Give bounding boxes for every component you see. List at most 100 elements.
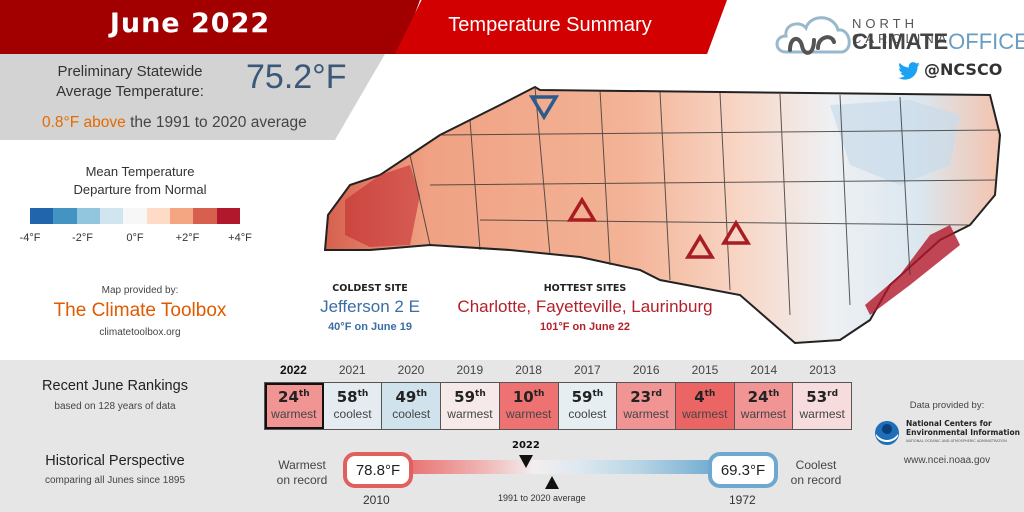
ranking-kind: coolest <box>392 407 431 421</box>
ranking-year: 2017 <box>574 363 601 377</box>
anomaly-rest: the 1991 to 2020 average <box>125 114 307 131</box>
legend-title: Mean Temperature Departure from Normal <box>60 163 220 199</box>
page-subtitle: Temperature Summary <box>448 14 652 36</box>
map-credit-name[interactable]: The Climate Toolbox <box>0 300 280 322</box>
warmest-label-line2: on record <box>276 473 328 487</box>
ranking-year: 2021 <box>338 363 366 377</box>
legend-swatch <box>169 208 194 224</box>
ranking-kind: coolest <box>568 407 607 421</box>
hottest-site-detail: 101°F on June 22 <box>540 321 630 333</box>
legend-swatch <box>123 208 147 224</box>
hottest-site-block: HOTTEST SITES Charlotte, Fayetteville, L… <box>445 283 725 333</box>
current-year-marker-label: 2022 <box>512 440 540 451</box>
map-credit: Map provided by: The Climate Toolbox cli… <box>0 285 280 338</box>
ranking-value: 49th <box>395 388 428 406</box>
legend-swatch <box>76 208 100 224</box>
ncei-name: National Centers for Environmental Infor… <box>906 419 1020 446</box>
warmest-record-label: Warmest on record <box>272 458 332 488</box>
logo-text-office-light: OFFICE <box>948 29 1024 54</box>
ranking-kind: warmest <box>799 407 845 421</box>
ranking-kind: warmest <box>682 407 728 421</box>
ranking-cell: 53rd warmest <box>793 383 852 429</box>
ranking-cell: 23rd warmest <box>617 383 676 429</box>
ranking-cell: 24th warmest <box>734 383 794 429</box>
ranking-year: 2018 <box>515 363 542 377</box>
legend-color-bar <box>30 208 240 224</box>
ranking-value: 53rd <box>806 388 839 406</box>
coldest-site-block: COLDEST SITE Jefferson 2 E 40°F on June … <box>300 283 440 333</box>
coolest-record-year: 1972 <box>729 493 756 507</box>
warmest-record-year: 2010 <box>363 493 390 507</box>
data-credit-label: Data provided by: <box>909 400 985 411</box>
warmest-label-line1: Warmest <box>278 458 326 472</box>
average-marker-icon <box>545 476 559 489</box>
ranking-cell: 49th coolest <box>382 383 442 429</box>
legend-ticks: -4°F -2°F 0°F +2°F +4°F <box>0 232 280 246</box>
legend-tick-label: +4°F <box>228 232 252 244</box>
anomaly-text: 0.8°F above the 1991 to 2020 average <box>42 114 307 132</box>
ranking-value: 59th <box>454 388 486 406</box>
ncei-name-line1: National Centers for <box>906 419 992 428</box>
ranking-cell: 4th warmest <box>675 383 735 429</box>
historical-gradient-bar <box>400 460 720 474</box>
legend-swatch <box>53 208 77 224</box>
hot-region-west <box>345 165 420 247</box>
legend-tick-label: 0°F <box>126 232 144 244</box>
data-credit-url[interactable]: www.ncei.noaa.gov <box>870 455 1024 466</box>
ncei-name-line3: NATIONAL OCEANIC AND ATMOSPHERIC ADMINIS… <box>906 439 1007 443</box>
hottest-site-name: Charlotte, Fayetteville, Laurinburg <box>457 297 713 316</box>
legend-swatch <box>30 208 54 224</box>
legend-swatch <box>99 208 124 224</box>
coolest-label-line1: Coolest <box>795 458 837 472</box>
ranking-value: 10th <box>512 388 545 406</box>
historical-title: Historical Perspective <box>45 453 185 469</box>
legend-title-line2: Departure from Normal <box>73 182 207 197</box>
rankings-table: 24th warmest 58th coolest 49th coolest 59th war… <box>264 382 852 430</box>
legend-swatch <box>146 208 170 224</box>
map-credit-label: Map provided by: <box>101 285 179 296</box>
statewide-label-line2: Average Temperature: <box>56 83 204 100</box>
rankings-subtitle: based on 128 years of data <box>54 401 176 412</box>
hottest-site-heading: HOTTEST SITES <box>543 283 627 294</box>
anomaly-value: 0.8°F above <box>42 114 126 131</box>
ranking-kind: coolest <box>333 407 372 421</box>
legend-swatch <box>216 208 240 224</box>
ranking-value: 24th <box>747 388 780 406</box>
ranking-cell: 10th warmest <box>499 383 559 429</box>
ranking-kind: warmest <box>623 407 669 421</box>
warmest-record-value: 78.8°F <box>343 452 413 488</box>
coldest-site-heading: COLDEST SITE <box>332 283 408 294</box>
ranking-kind: warmest <box>447 407 493 421</box>
average-marker-label: 1991 to 2020 average <box>498 493 586 503</box>
legend-title-line1: Mean Temperature <box>85 164 195 179</box>
logo-text-office: CLIMATEOFFICE <box>852 29 1024 55</box>
ranking-year: 2022 <box>280 363 307 377</box>
ncei-name-line2: Environmental Information <box>906 428 1020 437</box>
ranking-value: 4th <box>694 388 716 406</box>
legend-tick-label: -4°F <box>19 232 41 244</box>
ranking-cell: 24th warmest <box>265 383 324 429</box>
legend-tick-label: -2°F <box>72 232 93 244</box>
coolest-record-value: 69.3°F <box>708 452 778 488</box>
ranking-value: 59th <box>571 388 604 406</box>
ranking-year: 2015 <box>691 363 719 377</box>
ranking-kind: warmest <box>740 407 787 421</box>
coldest-site-name: Jefferson 2 E <box>320 297 420 316</box>
ranking-year: 2020 <box>397 363 425 377</box>
ranking-value: 24th <box>278 388 310 406</box>
ranking-year: 2016 <box>632 363 660 377</box>
ranking-kind: warmest <box>505 407 552 421</box>
ranking-year: 2019 <box>456 363 484 377</box>
map-credit-url[interactable]: climatetoolbox.org <box>0 327 280 338</box>
coolest-record-label: Coolest on record <box>786 458 846 488</box>
logo-text-climate: CLIMATE <box>852 29 949 54</box>
coldest-site-detail: 40°F on June 19 <box>328 321 412 333</box>
noaa-logo-icon <box>875 420 900 445</box>
coolest-label-line2: on record <box>790 473 842 487</box>
legend-swatch <box>193 208 217 224</box>
data-credit: Data provided by: National Centers for E… <box>870 400 1024 466</box>
ranking-year: 2013 <box>809 363 836 377</box>
ranking-value: 58th <box>336 388 369 406</box>
rankings-title: Recent June Rankings <box>42 378 188 394</box>
legend-tick-label: +2°F <box>175 232 200 244</box>
